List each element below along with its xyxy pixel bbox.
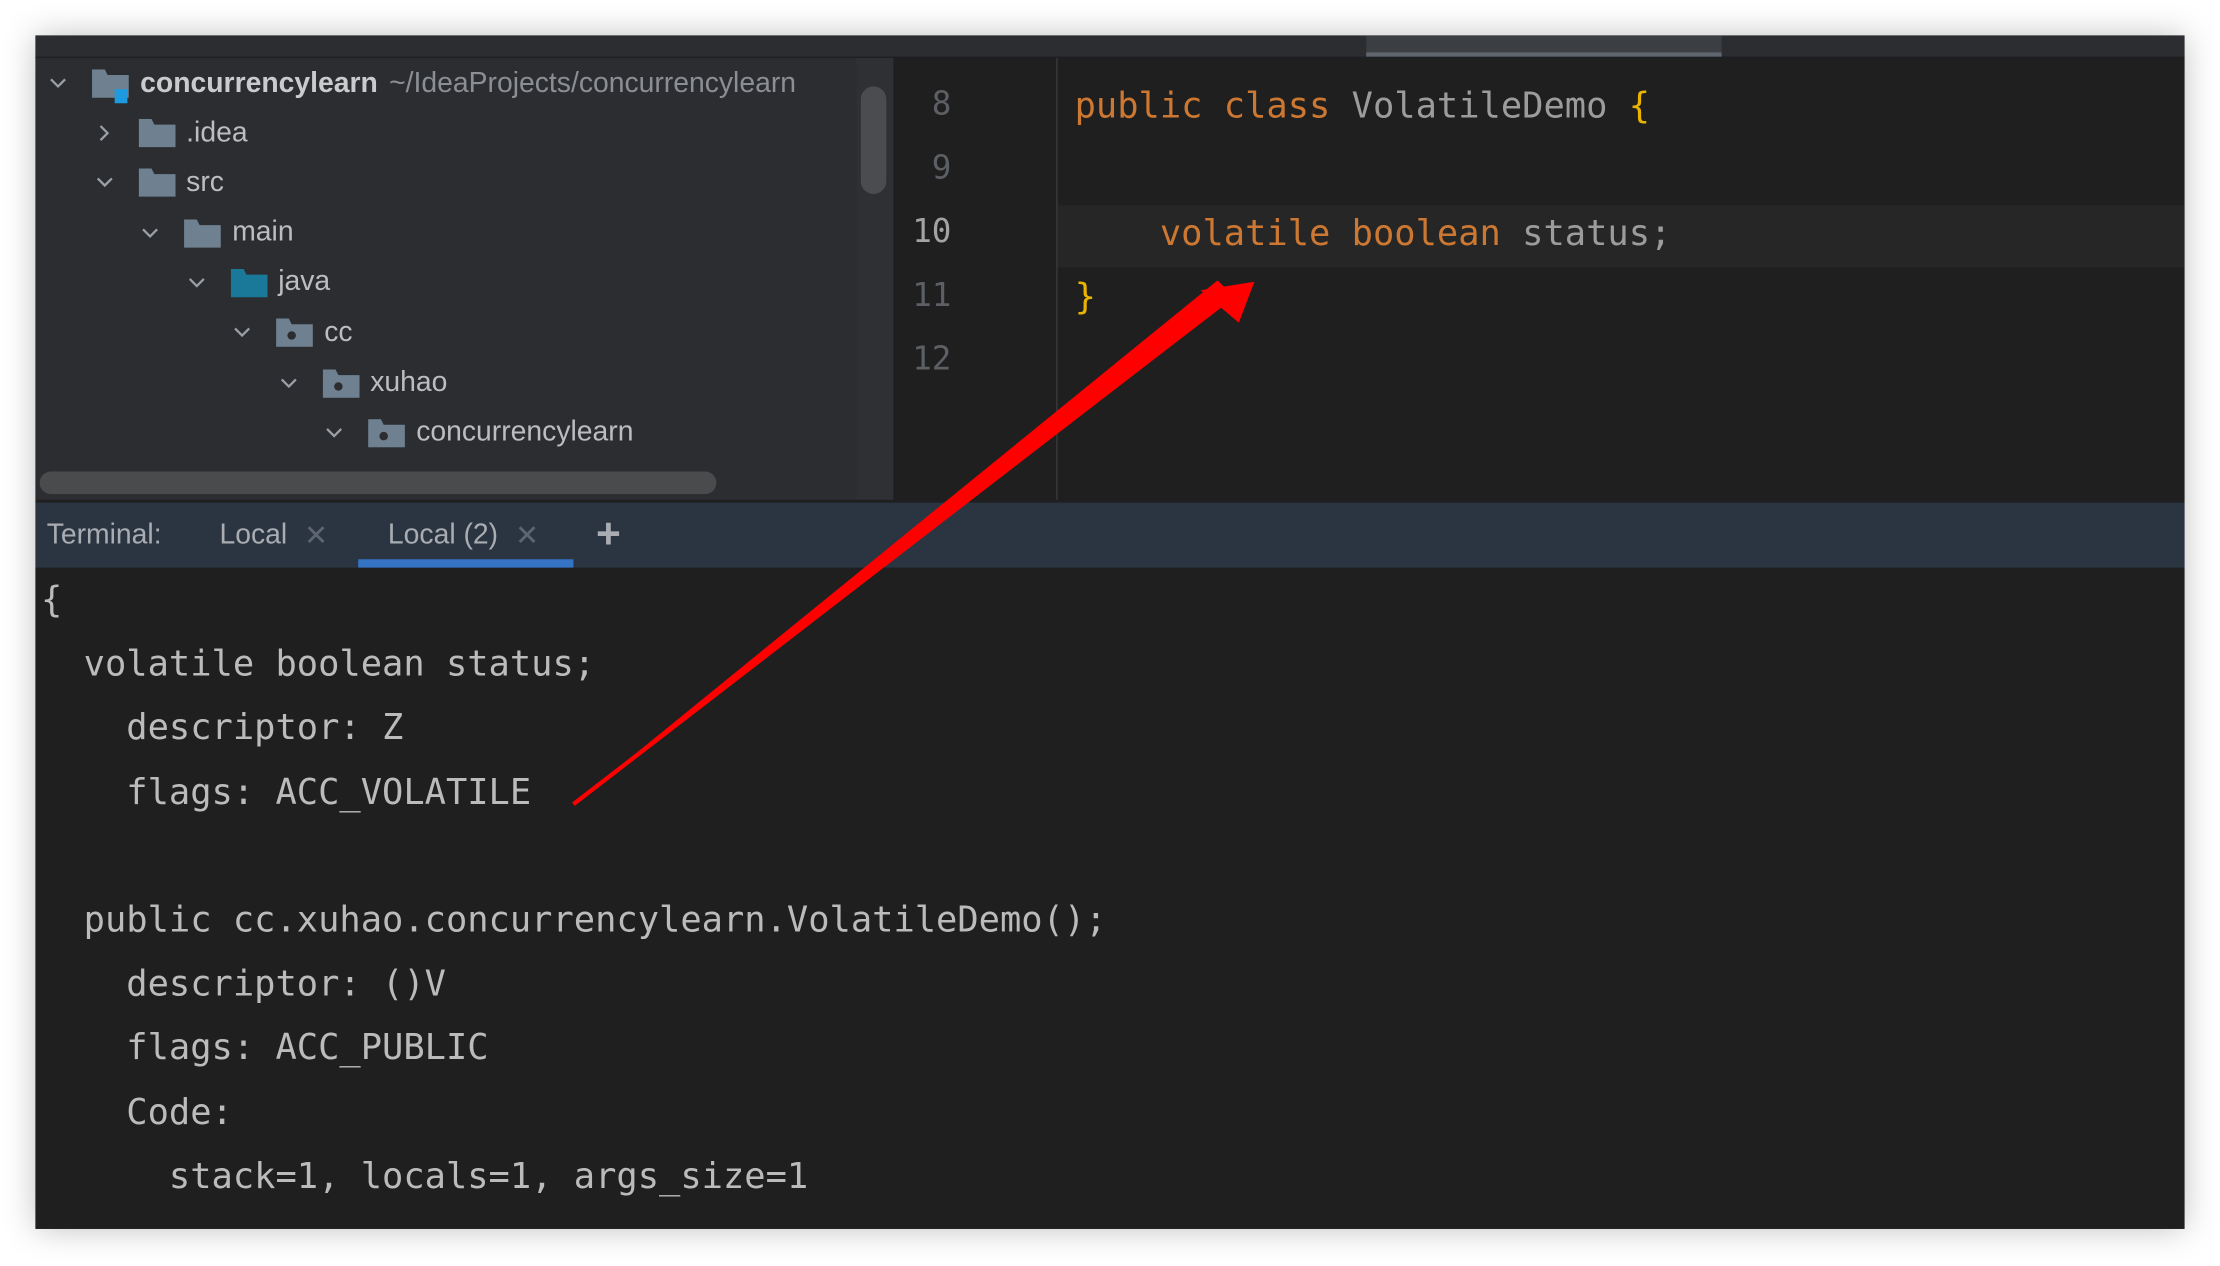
tree-item-label: .idea bbox=[186, 116, 248, 148]
editor-tab[interactable] bbox=[896, 35, 1363, 56]
close-icon[interactable]: ✕ bbox=[304, 517, 328, 552]
terminal-line: flags: ACC_PUBLIC bbox=[41, 1027, 489, 1069]
tree-item[interactable]: java bbox=[185, 259, 330, 307]
tree-item[interactable]: .idea bbox=[93, 109, 248, 157]
code-line-11: } bbox=[1075, 276, 1096, 317]
module-folder-icon bbox=[92, 69, 129, 104]
class-name: VolatileDemo bbox=[1351, 84, 1608, 127]
chevron-down-icon[interactable] bbox=[185, 272, 208, 295]
chevron-down-icon[interactable] bbox=[231, 322, 254, 345]
vertical-scrollbar[interactable] bbox=[860, 86, 887, 194]
code-editor[interactable]: 8 9 10 11 12 public class VolatileDemo {… bbox=[894, 58, 2185, 500]
folder-icon bbox=[138, 118, 175, 148]
close-icon[interactable]: ✕ bbox=[515, 517, 539, 552]
terminal-line: volatile boolean status; bbox=[41, 643, 596, 685]
package-icon bbox=[276, 318, 313, 348]
chevron-down-icon[interactable] bbox=[323, 422, 346, 445]
tree-item-label: src bbox=[186, 166, 224, 198]
line-number: 9 bbox=[931, 150, 952, 187]
brace: { bbox=[1628, 84, 1651, 127]
editor-tab-active[interactable] bbox=[1366, 35, 1722, 57]
new-tab-button[interactable]: + bbox=[596, 503, 621, 568]
line-number-current: 10 bbox=[912, 213, 952, 251]
chevron-down-icon[interactable] bbox=[277, 372, 300, 395]
tree-item[interactable]: src bbox=[93, 159, 224, 207]
tree-item[interactable]: xuhao bbox=[277, 359, 448, 407]
active-tab-indicator bbox=[358, 559, 574, 568]
code-line-8: public class VolatileDemo { bbox=[1075, 85, 1650, 126]
package-icon bbox=[322, 368, 359, 398]
project-tree-panel: concurrencylearn ~/IdeaProjects/concurre… bbox=[35, 58, 894, 500]
terminal-line: Code: bbox=[41, 1091, 233, 1133]
tree-item[interactable]: concurrencylearn bbox=[323, 409, 634, 457]
tab-local[interactable]: Local ✕ bbox=[219, 503, 327, 568]
terminal-tab-bar: Terminal: Local ✕ Local (2) ✕ + bbox=[35, 502, 2185, 568]
package-icon bbox=[368, 418, 405, 448]
terminal-line: flags: ACC_VOLATILE bbox=[41, 771, 532, 813]
tab-label: Local (2) bbox=[387, 518, 499, 551]
tree-item-label: concurrencylearn bbox=[416, 416, 634, 448]
tree-item-label: cc bbox=[324, 316, 353, 348]
terminal-line: { bbox=[41, 579, 63, 621]
keyword: volatile bbox=[1159, 212, 1331, 254]
keyword: public bbox=[1074, 84, 1203, 127]
tab-label: Local bbox=[219, 518, 288, 551]
tree-item-label: main bbox=[232, 216, 294, 248]
tree-item-label: xuhao bbox=[370, 366, 448, 398]
terminal-line: descriptor: Z bbox=[41, 707, 404, 749]
keyword: boolean bbox=[1351, 212, 1501, 254]
terminal-line: public cc.xuhao.concurrencylearn.Volatil… bbox=[41, 899, 1107, 941]
root-path: ~/IdeaProjects/concurrencylearn bbox=[389, 67, 797, 99]
tree-item-label: java bbox=[278, 266, 331, 298]
chevron-down-icon[interactable] bbox=[139, 222, 162, 245]
line-number: 12 bbox=[912, 341, 952, 379]
chevron-down-icon[interactable] bbox=[93, 172, 116, 195]
chevron-right-icon[interactable] bbox=[93, 122, 116, 145]
root-name: concurrencylearn bbox=[140, 67, 378, 99]
brace: } bbox=[1074, 276, 1096, 318]
ide-window: concurrencylearn ~/IdeaProjects/concurre… bbox=[35, 35, 2185, 1229]
code-line-10: volatile boolean status; bbox=[1075, 212, 1672, 254]
tree-item[interactable]: main bbox=[139, 209, 294, 257]
chevron-down-icon[interactable] bbox=[47, 72, 70, 95]
folder-icon bbox=[138, 168, 175, 198]
terminal-line: stack=1, locals=1, args_size=1 bbox=[41, 1155, 809, 1197]
terminal-label: Terminal: bbox=[46, 518, 162, 551]
terminal-output[interactable]: { volatile boolean status; descriptor: Z… bbox=[35, 567, 2185, 1229]
folder-icon bbox=[184, 218, 221, 248]
line-number: 11 bbox=[912, 277, 952, 315]
top-toolbar bbox=[35, 35, 2185, 59]
field-name: status; bbox=[1522, 212, 1672, 254]
line-number: 8 bbox=[931, 86, 952, 124]
keyword: class bbox=[1223, 84, 1331, 127]
terminal-line: descriptor: ()V bbox=[41, 963, 446, 1005]
tree-item[interactable]: cc bbox=[231, 309, 353, 357]
gutter-divider bbox=[1056, 58, 1058, 500]
horizontal-scrollbar[interactable] bbox=[39, 471, 717, 495]
source-folder-icon bbox=[230, 268, 267, 298]
tab-local-2[interactable]: Local (2) ✕ bbox=[388, 503, 539, 568]
tree-root[interactable]: concurrencylearn ~/IdeaProjects/concurre… bbox=[47, 59, 796, 107]
